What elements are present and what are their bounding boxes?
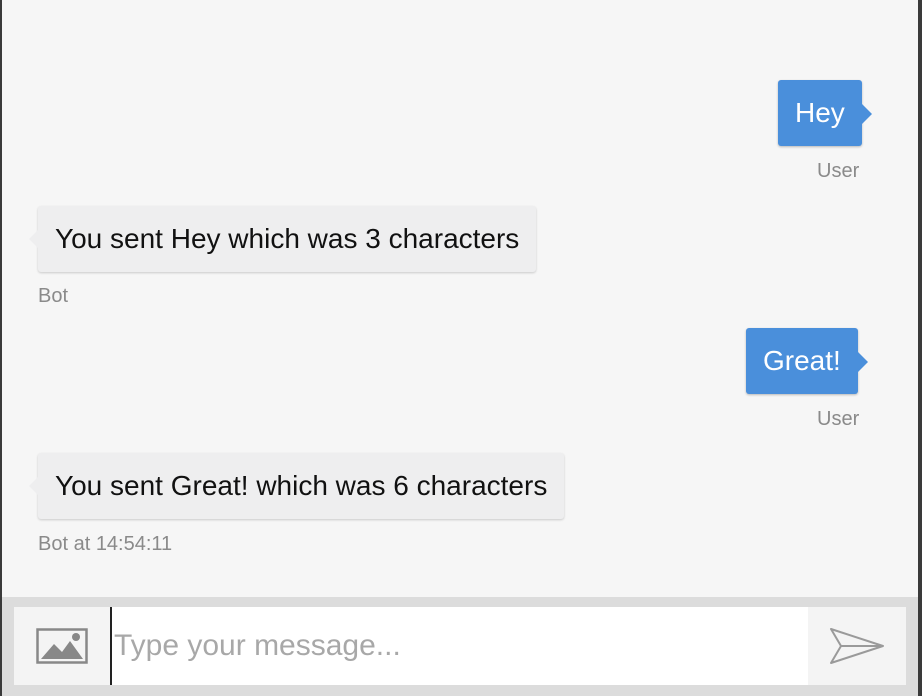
chat-history: Hey User You sent Hey which was 3 charac… bbox=[2, 0, 918, 696]
message-timestamp: Bot at 14:54:11 bbox=[38, 533, 173, 555]
bot-message-bubble: You sent Hey which was 3 characters bbox=[28, 206, 537, 272]
message-input[interactable] bbox=[110, 607, 808, 685]
user-message-bubble: Hey bbox=[778, 80, 872, 146]
message-author: Bot bbox=[38, 285, 69, 307]
bot-message-bubble: You sent Great! which was 6 characters bbox=[28, 453, 565, 519]
attach-image-button[interactable] bbox=[14, 607, 110, 685]
window-right-edge bbox=[918, 0, 922, 696]
message-author: User bbox=[817, 408, 860, 430]
message-author: User bbox=[817, 160, 860, 182]
image-icon bbox=[36, 628, 88, 664]
user-message-bubble: Great! bbox=[746, 328, 868, 394]
composer-bar bbox=[2, 597, 918, 696]
send-icon bbox=[830, 628, 884, 664]
send-button[interactable] bbox=[808, 607, 906, 685]
